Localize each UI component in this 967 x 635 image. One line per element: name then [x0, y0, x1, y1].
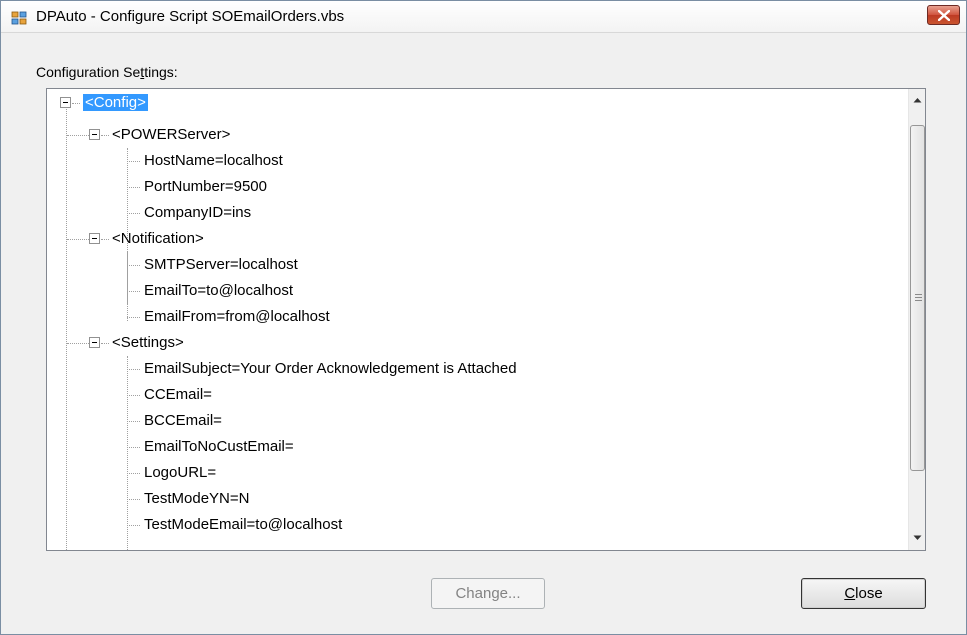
change-button[interactable]: Change... [431, 578, 545, 609]
tree-node-logourl[interactable]: LogoURL= [144, 460, 216, 486]
tree-node-emailfrom[interactable]: EmailFrom=from@localhost [144, 304, 330, 330]
tree-node-emailto[interactable]: EmailTo=to@localhost [144, 278, 293, 304]
tree-connector [127, 473, 140, 474]
close-x-icon [937, 9, 950, 21]
tree-connector [127, 265, 140, 266]
tree-connector [127, 369, 140, 370]
configuration-settings-label: Configuration Settings: [36, 64, 178, 80]
scroll-down-button[interactable] [909, 529, 925, 546]
tree-node-config-root[interactable]: <Config> [83, 90, 148, 116]
tree-connector [101, 343, 109, 344]
tree-node-emailtonocustemail[interactable]: EmailToNoCustEmail= [144, 434, 294, 460]
tree-connector [127, 252, 128, 321]
tree-connector [127, 187, 140, 188]
tree-node-portnumber[interactable]: PortNumber=9500 [144, 174, 267, 200]
scroll-down-arrow-icon [913, 535, 922, 540]
tree-connector [127, 291, 140, 292]
tree-connector [67, 343, 89, 344]
tree-connector [127, 499, 140, 500]
tree-connector [101, 239, 109, 240]
tree-node-testmodeyn[interactable]: TestModeYN=N [144, 486, 249, 512]
powerserver-collapse-toggle[interactable] [89, 129, 100, 140]
tree-connector [101, 135, 109, 136]
thumb-grip-line [915, 297, 922, 298]
tree-node-smtpserver[interactable]: SMTPServer=localhost [144, 252, 298, 278]
tree-connector [127, 395, 140, 396]
tree-node-hostname[interactable]: HostName=localhost [144, 148, 283, 174]
tree-connector [127, 161, 140, 162]
tree-connector [67, 239, 89, 240]
tree-connector [127, 421, 140, 422]
scrollbar-thumb[interactable] [910, 125, 925, 471]
tree-content: <Config> <POWERServer> HostName=localhos… [47, 89, 908, 550]
tree-node-emailsubject[interactable]: EmailSubject=Your Order Acknowledgement … [144, 356, 517, 382]
tree-node-notification[interactable]: <Notification> [112, 226, 204, 252]
tree-connector [72, 103, 80, 104]
root-collapse-toggle[interactable] [60, 97, 71, 108]
tree-connector [127, 447, 140, 448]
tree-connector [127, 356, 128, 550]
tree-connector [127, 525, 140, 526]
tree-node-companyid[interactable]: CompanyID=ins [144, 200, 251, 226]
window-title: DPAuto - Configure Script SOEmailOrders.… [36, 8, 345, 25]
thumb-grip-line [915, 294, 922, 295]
close-button[interactable]: Close [801, 578, 926, 609]
configuration-tree-view[interactable]: <Config> <POWERServer> HostName=localhos… [46, 88, 926, 551]
tree-node-powerserver[interactable]: <POWERServer> [112, 122, 230, 148]
tree-connector [127, 213, 140, 214]
tree-node-ccemail[interactable]: CCEmail= [144, 382, 212, 408]
vertical-scrollbar[interactable] [908, 89, 925, 550]
thumb-grip-line [915, 300, 922, 301]
tree-node-settings[interactable]: <Settings> [112, 330, 184, 356]
tree-connector [67, 135, 89, 136]
configure-script-dialog: DPAuto - Configure Script SOEmailOrders.… [0, 0, 967, 635]
scroll-up-button[interactable] [909, 91, 925, 108]
tree-connector [127, 317, 140, 318]
close-window-button[interactable] [927, 5, 960, 25]
notification-collapse-toggle[interactable] [89, 233, 100, 244]
application-window-icon [11, 11, 27, 25]
scroll-up-arrow-icon [913, 97, 922, 102]
settings-collapse-toggle[interactable] [89, 337, 100, 348]
tree-node-testmodeemail[interactable]: TestModeEmail=to@localhost [144, 512, 342, 538]
tree-node-bccemail[interactable]: BCCEmail= [144, 408, 222, 434]
title-bar[interactable]: DPAuto - Configure Script SOEmailOrders.… [1, 1, 966, 33]
tree-connector [66, 109, 67, 550]
